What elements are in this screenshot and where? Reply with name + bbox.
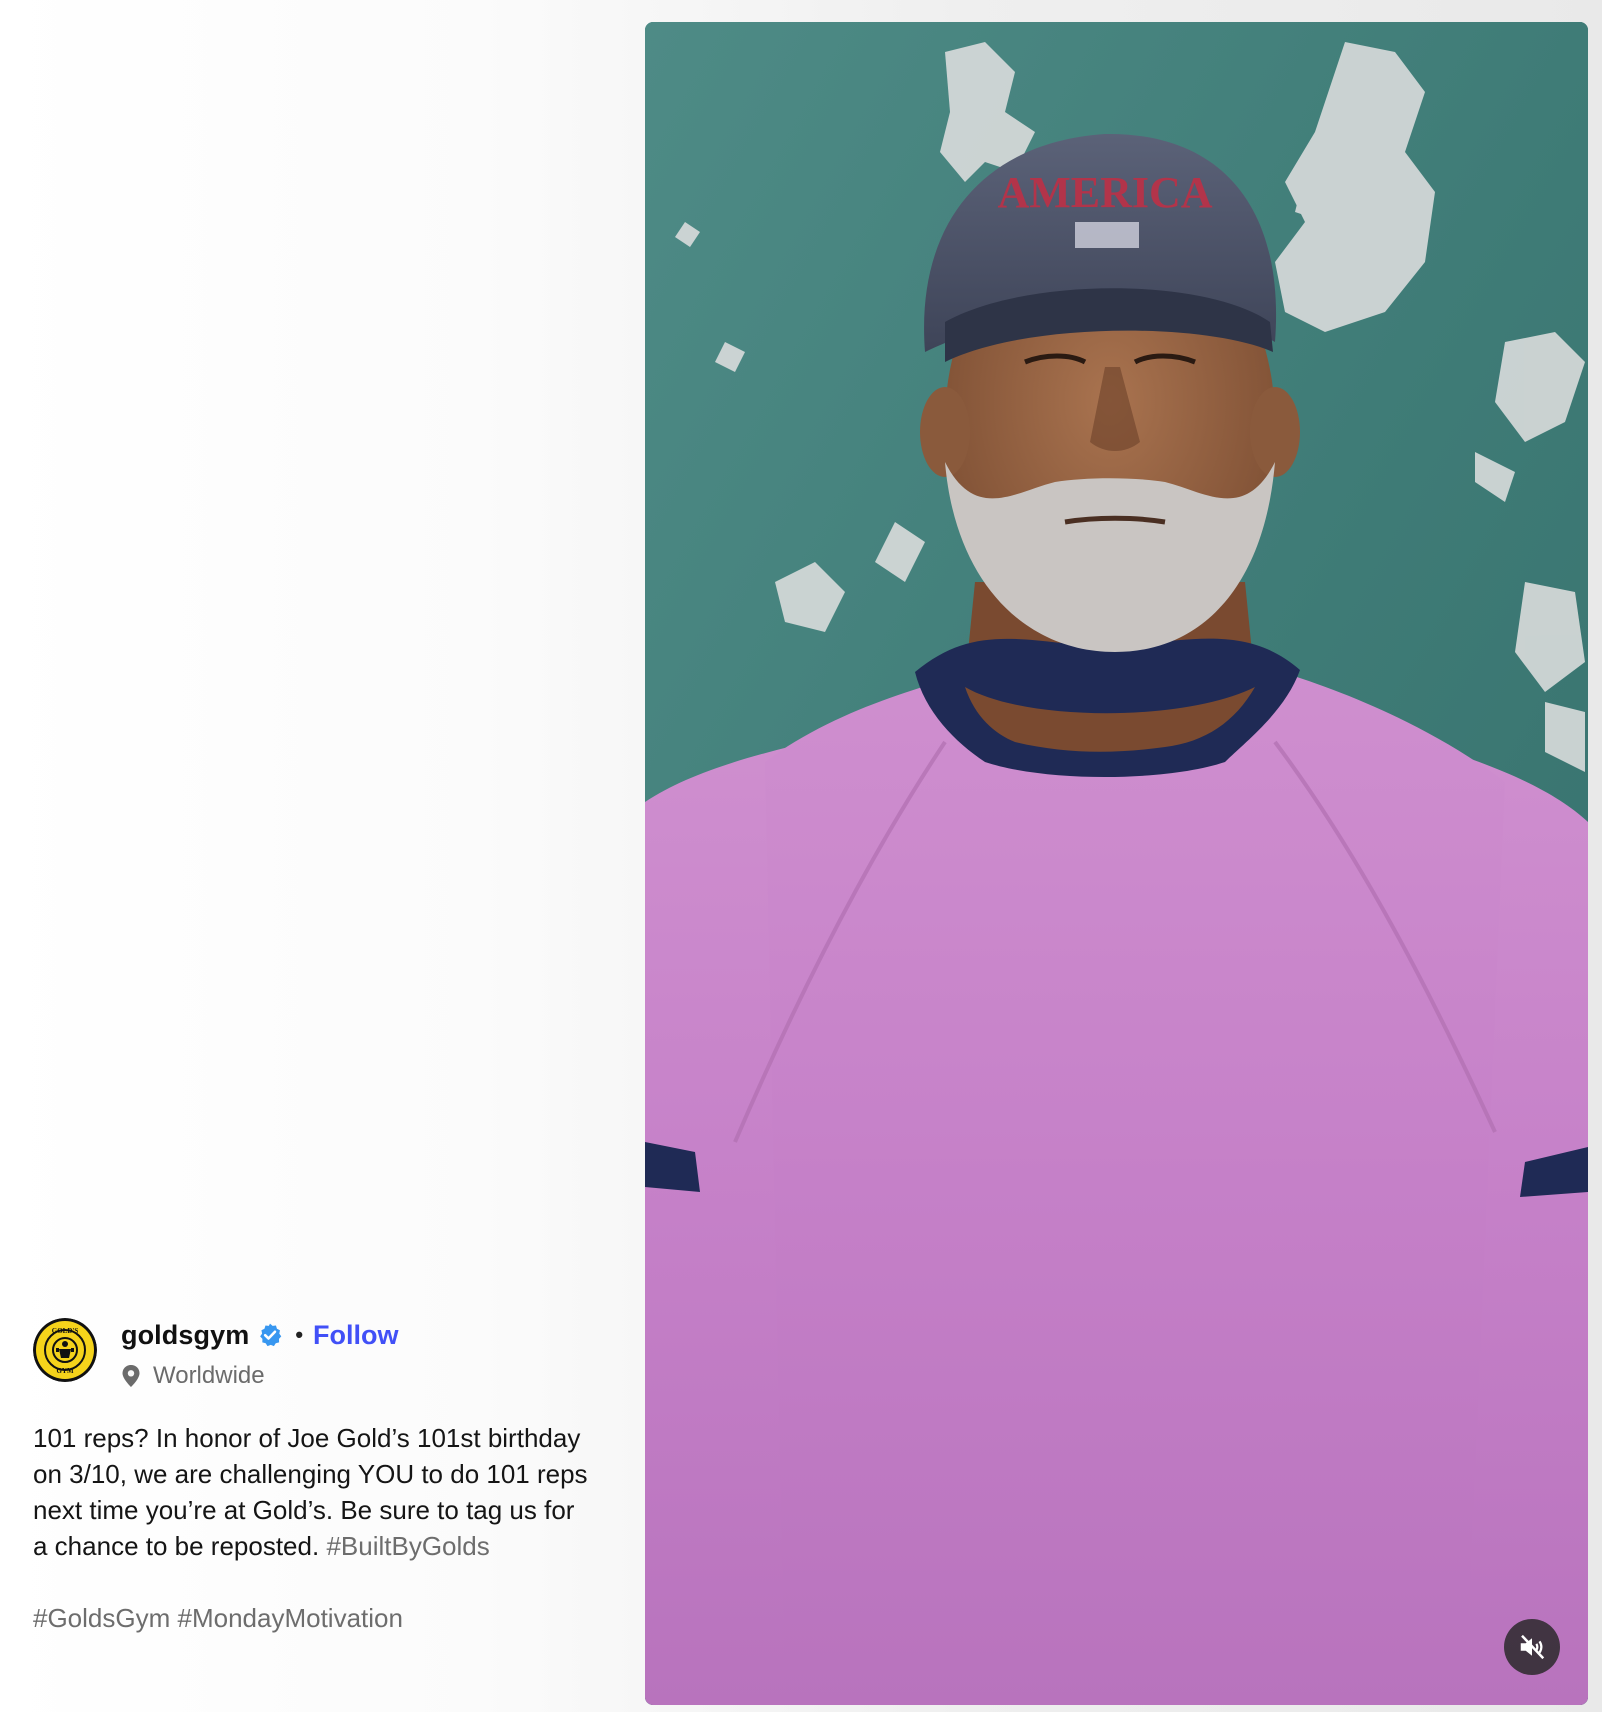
- hashtag-link[interactable]: #GoldsGym: [33, 1603, 170, 1633]
- cap-text: AMERICA: [997, 168, 1212, 217]
- caption-paragraph: 101 reps? In honor of Joe Gold’s 101st b…: [33, 1420, 593, 1564]
- author-meta: goldsgym • Follow Worldwide: [121, 1318, 399, 1390]
- hashtag-line: #GoldsGym #MondayMotivation: [33, 1600, 593, 1636]
- username-link[interactable]: goldsgym: [121, 1320, 249, 1351]
- post-view: AMERICA GOLD'S GYM goldsgym • Follow Wor…: [0, 0, 1602, 1712]
- location-line: Worldwide: [121, 1362, 399, 1390]
- avatar[interactable]: GOLD'S GYM: [33, 1318, 97, 1382]
- location-pin-icon: [122, 1365, 140, 1387]
- speaker-muted-icon: [1520, 1634, 1545, 1660]
- logo-top-text: GOLD'S: [52, 1327, 79, 1335]
- caption-text: 101 reps? In honor of Joe Gold’s 101st b…: [33, 1423, 588, 1561]
- mute-toggle-button[interactable]: [1504, 1619, 1560, 1675]
- follow-button[interactable]: Follow: [313, 1320, 398, 1351]
- name-line: goldsgym • Follow: [121, 1318, 399, 1352]
- golds-gym-logo-icon: GOLD'S GYM: [33, 1318, 97, 1382]
- location-link[interactable]: Worldwide: [153, 1362, 265, 1390]
- hashtag-link[interactable]: #MondayMotivation: [178, 1603, 403, 1633]
- verified-badge-icon: [260, 1323, 282, 1347]
- video-player[interactable]: AMERICA: [645, 22, 1588, 1705]
- post-author-header: GOLD'S GYM goldsgym • Follow Worldwide: [33, 1318, 399, 1390]
- video-frame: AMERICA: [645, 22, 1588, 1705]
- post-caption: 101 reps? In honor of Joe Gold’s 101st b…: [33, 1420, 593, 1636]
- separator-dot: •: [295, 1322, 304, 1347]
- logo-bottom-text: GYM: [56, 1367, 74, 1375]
- hashtag-link[interactable]: #BuiltByGolds: [326, 1531, 489, 1561]
